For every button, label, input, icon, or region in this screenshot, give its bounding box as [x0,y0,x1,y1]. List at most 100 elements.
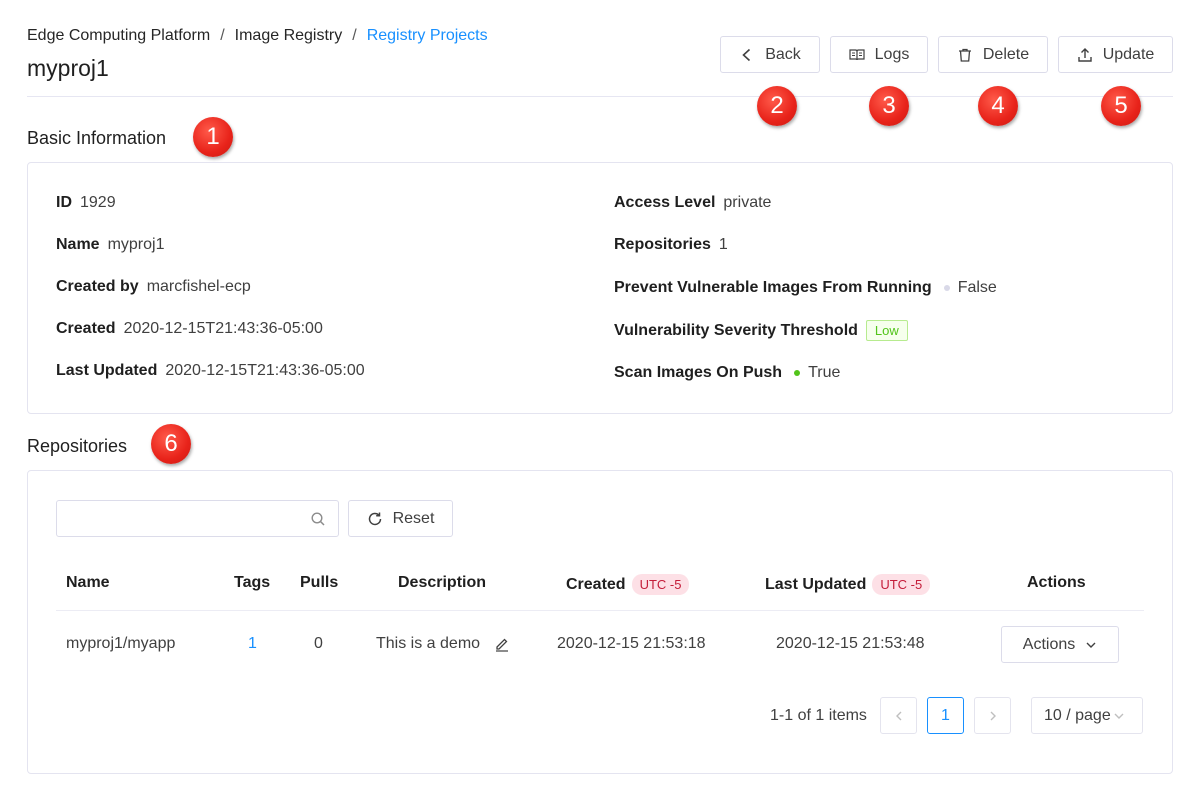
book-icon [849,48,865,60]
actions-dropdown-label: Actions [1022,635,1076,653]
column-header-pulls[interactable]: Pulls [300,574,338,592]
info-value: False [957,279,997,296]
callout-marker: 6 [151,424,191,464]
back-button[interactable]: Back [720,36,820,73]
column-header-description[interactable]: Description [398,574,486,592]
page-title: myproj1 [27,55,109,81]
info-created-by: Created by marcfishel-ecp [56,278,251,296]
chevron-right-icon [990,711,996,720]
column-header-label: Created [566,575,626,593]
info-key: Vulnerability Severity Threshold [614,321,858,339]
page-button-1[interactable]: 1 [927,697,964,734]
actions-dropdown[interactable]: Actions [1001,626,1119,663]
column-header-label: Last Updated [765,575,867,593]
info-value: private [723,194,772,211]
info-scan-on-push: Scan Images On Push True [614,364,840,382]
cell-description: This is a demo [376,635,510,653]
breadcrumb-item-registry[interactable]: Image Registry [235,27,343,45]
info-name: Name myproj1 [56,236,164,254]
column-header-label: Description [398,574,487,591]
reload-icon [368,512,381,525]
info-key: Name [56,236,100,253]
reset-button-label: Reset [392,509,435,527]
info-key: Repositories [614,236,711,253]
search-input[interactable] [56,500,339,537]
column-header-label: Name [66,574,110,591]
callout-marker: 1 [193,117,233,157]
tags-link[interactable]: 1 [248,635,257,653]
callout-marker: 4 [978,86,1018,126]
pulls-count: 0 [314,635,323,652]
page-size-select[interactable]: 10 / page [1031,697,1143,734]
logs-button-label: Logs [874,45,910,63]
column-header-created[interactable]: Created UTC -5 [566,574,690,595]
search-icon[interactable] [310,511,326,527]
info-prevent-vulnerable: Prevent Vulnerable Images From Running F… [614,279,997,297]
info-last-updated: Last Updated 2020-12-15T21:43:36-05:00 [56,362,365,380]
column-header-tags[interactable]: Tags [234,574,270,592]
callout-marker: 2 [757,86,797,126]
breadcrumb-item-platform[interactable]: Edge Computing Platform [27,27,210,45]
basic-info-title: Basic Information [27,128,167,148]
info-value: 1 [718,236,728,253]
breadcrumb-item-projects[interactable]: Registry Projects [367,27,488,45]
timezone-badge: UTC -5 [631,574,690,595]
chevron-down-icon [1086,642,1096,648]
info-access-level: Access Level private [614,194,771,212]
table-divider [56,610,1144,611]
last-updated-value: 2020-12-15 21:53:48 [776,635,925,652]
breadcrumb-separator: / [220,27,225,44]
info-value: 2020-12-15T21:43:36-05:00 [123,320,323,337]
created-value: 2020-12-15 21:53:18 [557,635,706,652]
callout-marker: 3 [869,86,909,126]
info-repositories: Repositories 1 [614,236,728,254]
update-button[interactable]: Update [1058,36,1173,73]
info-key: ID [56,194,72,211]
column-header-name[interactable]: Name [66,574,110,592]
breadcrumb: Edge Computing Platform / Image Registry… [27,27,488,45]
cell-tags[interactable]: 1 [248,635,257,653]
delete-button-label: Delete [982,45,1030,63]
trash-icon [958,48,971,62]
info-key: Prevent Vulnerable Images From Running [614,279,932,296]
column-header-actions: Actions [1027,574,1086,592]
cell-pulls: 0 [314,635,323,653]
info-key: Last Updated [56,362,158,379]
back-button-label: Back [765,45,801,63]
chevron-down-icon [1114,713,1124,719]
severity-tag: Low [865,320,908,341]
logs-button[interactable]: Logs [830,36,928,73]
delete-button[interactable]: Delete [938,36,1048,73]
info-severity-threshold: Vulnerability Severity Threshold Low [614,320,908,341]
repositories-title: Repositories [27,436,128,456]
status-dot [794,370,801,376]
timezone-badge: UTC -5 [872,574,931,595]
upload-icon [1078,47,1092,62]
page-size-value: 10 / page [1044,706,1111,724]
column-header-label: Pulls [300,574,339,591]
repo-name: myproj1/myapp [66,635,176,652]
edit-icon[interactable] [494,636,510,652]
info-value: 2020-12-15T21:43:36-05:00 [165,362,365,379]
column-header-last-updated[interactable]: Last Updated UTC -5 [765,574,931,595]
cell-last-updated: 2020-12-15 21:53:48 [776,635,925,653]
prev-page-button[interactable] [880,697,917,734]
info-value: 1929 [80,194,116,211]
description-text: This is a demo [376,635,481,652]
next-page-button[interactable] [974,697,1011,734]
info-key: Access Level [614,194,716,211]
reset-button[interactable]: Reset [348,500,453,537]
search-field[interactable] [57,501,338,536]
info-value: marcfishel-ecp [146,278,251,295]
chevron-left-icon [895,711,901,720]
info-value: myproj1 [107,236,165,253]
breadcrumb-separator: / [352,27,357,44]
info-key: Scan Images On Push [614,364,783,381]
info-created: Created 2020-12-15T21:43:36-05:00 [56,320,323,338]
info-key: Created by [56,278,139,295]
cell-name: myproj1/myapp [66,635,175,653]
chevron-left-icon [742,48,751,61]
status-dot [943,285,950,291]
callout-marker: 5 [1101,86,1141,126]
info-value: True [808,364,841,381]
